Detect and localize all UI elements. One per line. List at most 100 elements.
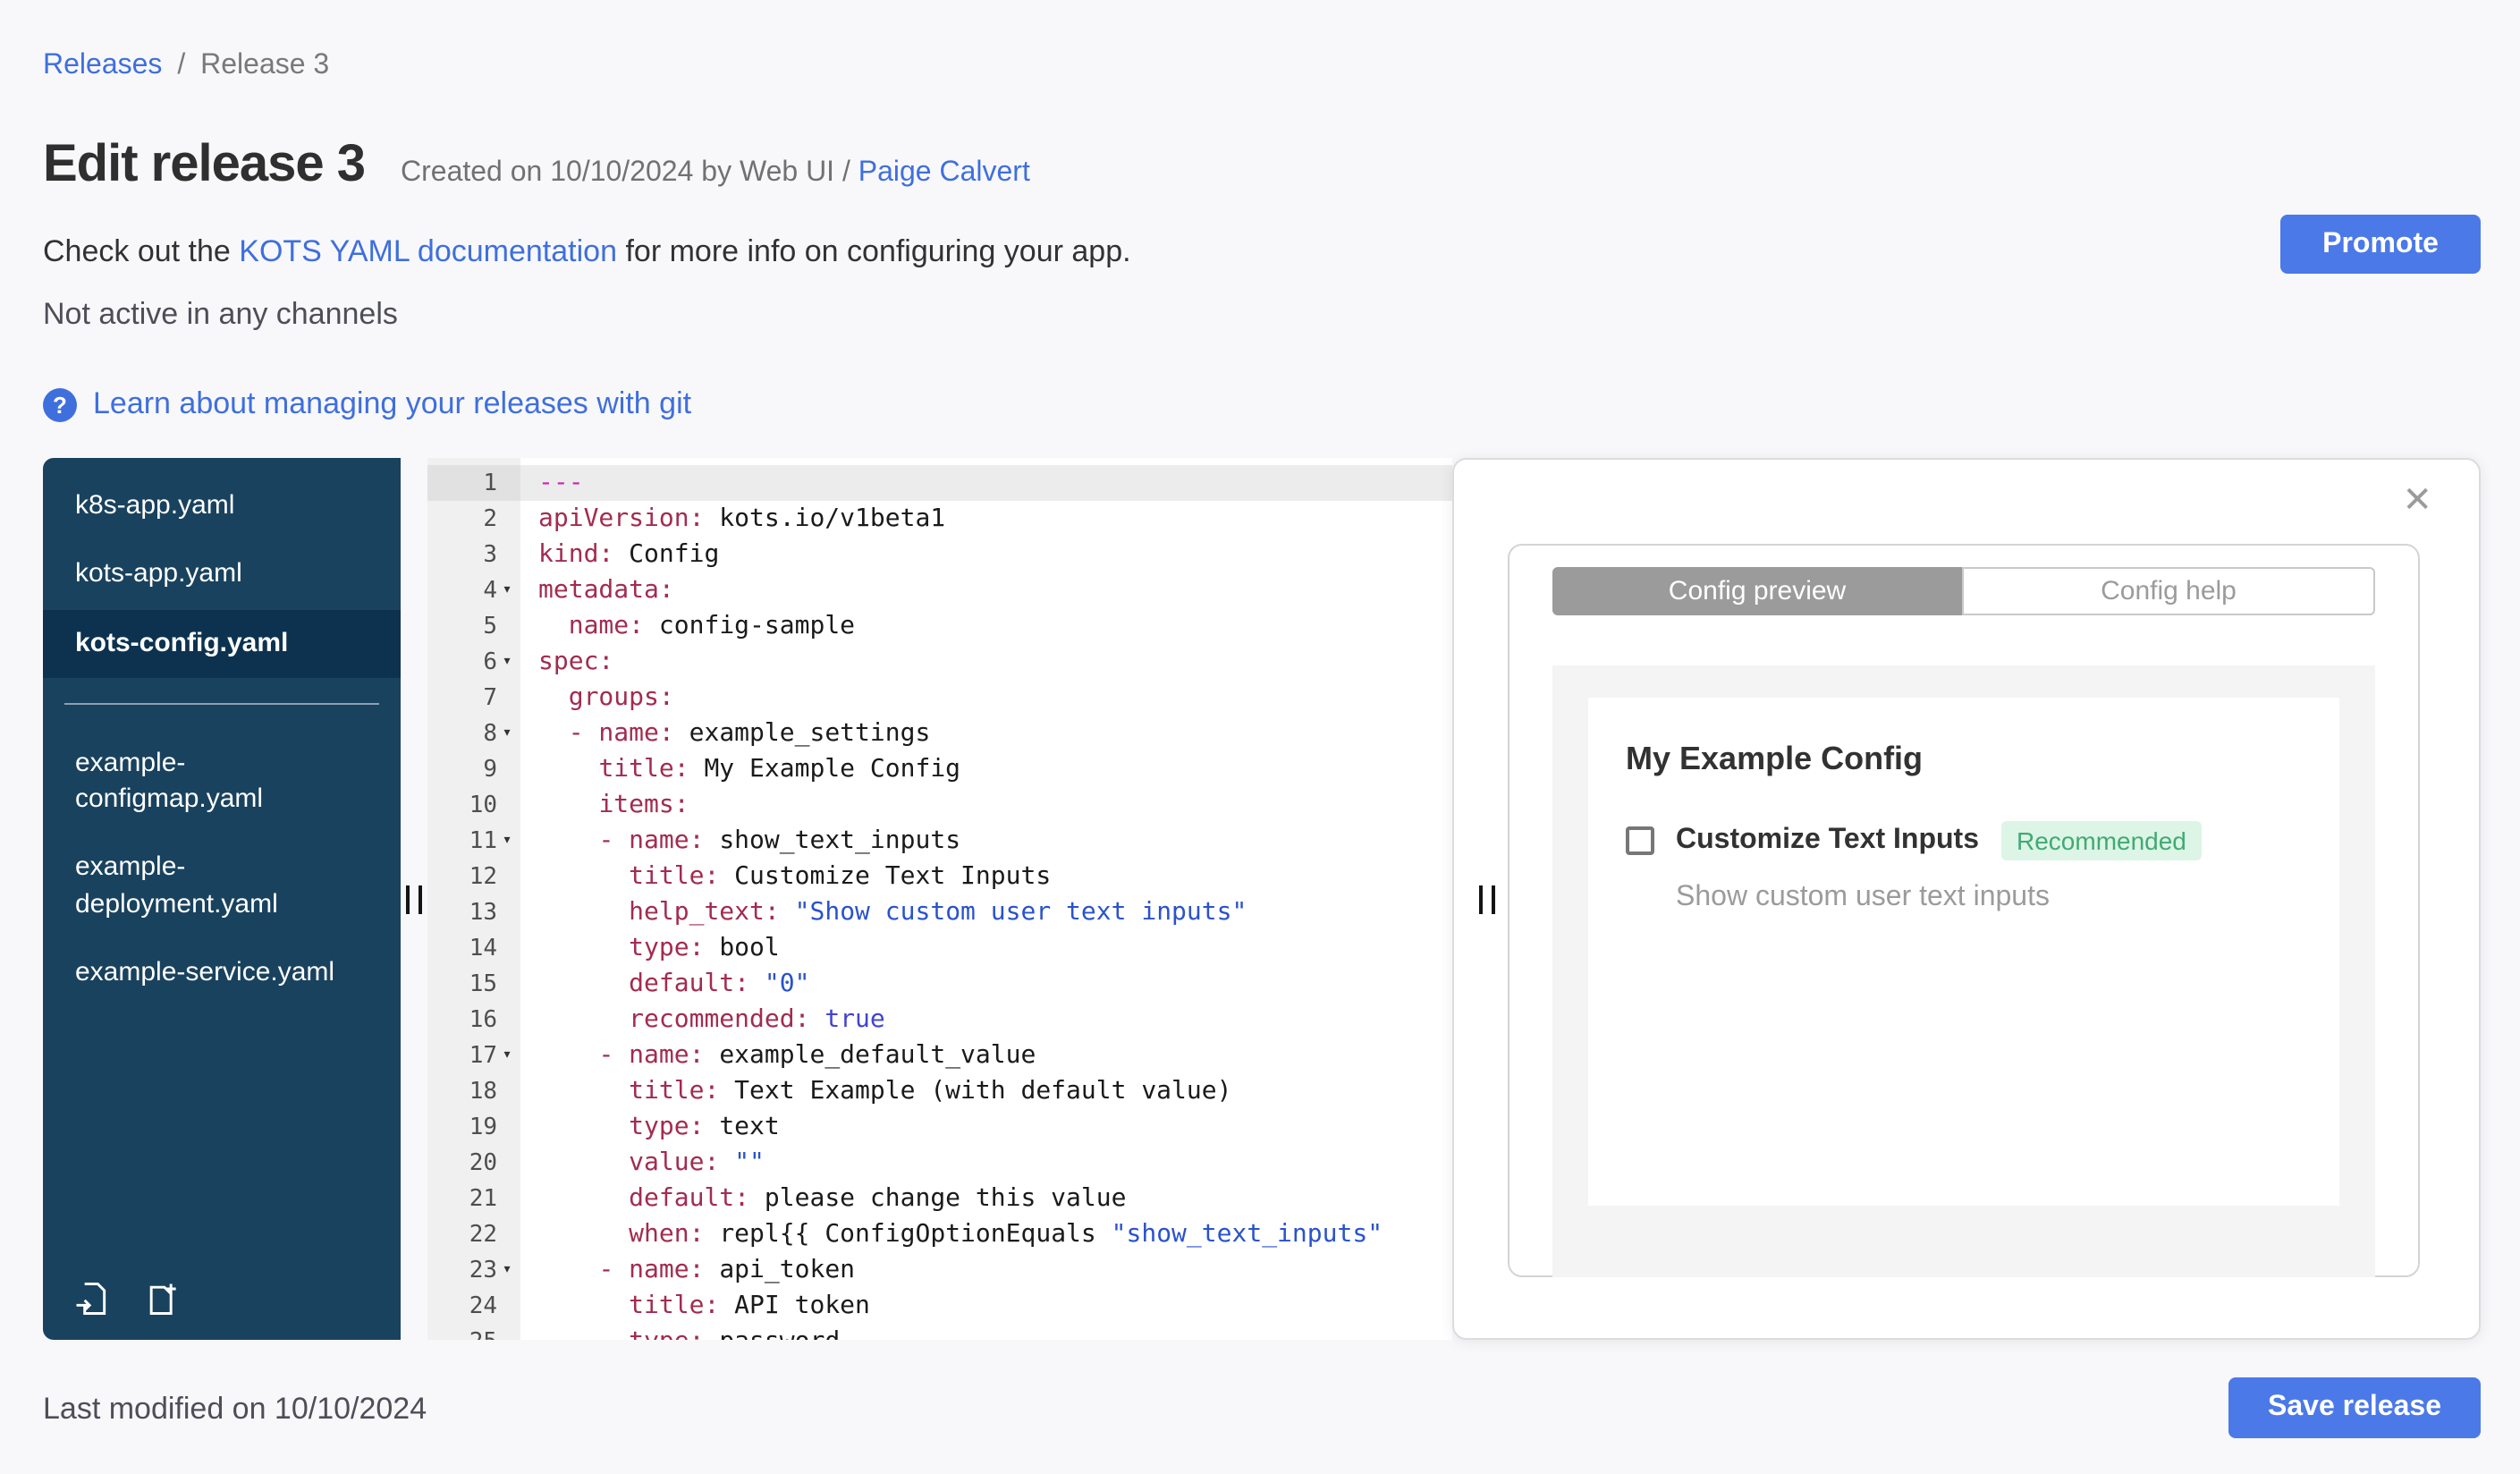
config-item-label: Customize Text Inputs xyxy=(1676,825,1979,855)
file-list-top: k8s-app.yaml kots-app.yaml kots-config.yam… xyxy=(43,472,401,678)
line-number: 11 xyxy=(469,827,497,854)
line-number: 1 xyxy=(483,470,497,496)
code-line: 1 --- xyxy=(427,465,1452,501)
sidebar-resize-handle[interactable] xyxy=(406,885,422,913)
promote-button[interactable]: Promote xyxy=(2280,215,2481,274)
preview-tabs: Config preview Config help xyxy=(1552,567,2375,615)
tab-config-preview[interactable]: Config preview xyxy=(1552,567,1962,615)
code-line: 19 type: text xyxy=(469,1113,780,1141)
doc-info-line: Check out the KOTS YAML documentation fo… xyxy=(43,234,2520,270)
kots-yaml-doc-link[interactable]: KOTS YAML documentation xyxy=(239,234,617,268)
code-line: 3 kind: Config xyxy=(483,540,720,569)
sidebar-item-example-configmap.yaml[interactable]: example-configmap.yaml xyxy=(43,730,401,834)
line-number: 12 xyxy=(469,863,497,890)
code-line: 23 ▾ - name: api_token xyxy=(469,1256,856,1284)
doc-info-prefix: Check out the xyxy=(43,234,231,268)
config-item-row: Customize Text Inputs Recommended xyxy=(1626,821,2302,860)
config-preview-panel: ✕ Config preview Config help My Example … xyxy=(1452,458,2481,1340)
code-line: 17 ▾ - name: example_default_value xyxy=(469,1041,1036,1070)
sidebar-file-actions xyxy=(72,1279,182,1318)
line-number: 17 xyxy=(469,1042,497,1069)
file-list-divider xyxy=(64,702,379,705)
code-lines: 1 --- 2 apiVersion: kots.io/v1beta1 3 kind: C… xyxy=(427,458,1452,1340)
breadcrumb-separator: / xyxy=(177,50,186,80)
code-line: 8 ▾ - name: example_settings xyxy=(483,719,931,748)
code-line: 5 name: config-sample xyxy=(483,612,856,640)
code-line: 16 recommended: true xyxy=(469,1005,885,1034)
yaml-code-editor[interactable]: 1 --- 2 apiVersion: kots.io/v1beta1 3 kind: C… xyxy=(427,458,1452,1340)
code-line: 6 ▾ spec: xyxy=(483,648,614,676)
created-on-text: Created on 10/10/2024 by Web UI / Paige … xyxy=(401,157,1030,190)
line-number: 7 xyxy=(483,684,497,711)
fold-arrow-icon[interactable]: ▾ xyxy=(497,724,517,742)
code-line: 22 when: repl{{ ConfigOptionEquals "show… xyxy=(469,1220,1383,1249)
breadcrumb-releases-link[interactable]: Releases xyxy=(43,50,162,80)
code-line: 4 ▾ metadata: xyxy=(483,576,674,605)
git-releases-help-link[interactable]: Learn about managing your releases with … xyxy=(93,386,691,422)
question-icon[interactable]: ? xyxy=(43,387,77,421)
sidebar-item-k8s-app.yaml[interactable]: k8s-app.yaml xyxy=(43,472,401,541)
line-number: 9 xyxy=(483,756,497,783)
fold-arrow-icon[interactable]: ▾ xyxy=(497,653,517,671)
line-number: 6 xyxy=(483,648,497,675)
line-number: 15 xyxy=(469,970,497,997)
close-icon[interactable]: ✕ xyxy=(2391,481,2443,521)
line-number: 3 xyxy=(483,541,497,568)
line-number: 23 xyxy=(469,1257,497,1283)
new-file-icon[interactable] xyxy=(143,1279,182,1318)
line-number: 21 xyxy=(469,1185,497,1212)
breadcrumb-current: Release 3 xyxy=(200,50,330,80)
code-line: 11 ▾ - name: show_text_inputs xyxy=(469,826,961,855)
line-number: 2 xyxy=(483,505,497,532)
channel-status: Not active in any channels xyxy=(43,297,398,331)
code-line: 21 default: please change this value xyxy=(469,1184,1127,1213)
line-number: 14 xyxy=(469,935,497,961)
preview-content-area: My Example Config Customize Text Inputs … xyxy=(1552,665,2375,1277)
code-line: 18 title: Text Example (with default val… xyxy=(469,1077,1232,1106)
sidebar-item-kots-config.yaml[interactable]: kots-config.yaml xyxy=(43,609,401,678)
tab-config-help[interactable]: Config help xyxy=(1962,567,2375,615)
sidebar-item-kots-app.yaml[interactable]: kots-app.yaml xyxy=(43,541,401,610)
fold-arrow-icon[interactable]: ▾ xyxy=(497,1046,517,1064)
code-line: 7 groups: xyxy=(483,683,674,712)
line-number: 24 xyxy=(469,1292,497,1319)
code-line: 14 type: bool xyxy=(469,934,780,962)
last-modified-text: Last modified on 10/10/2024 xyxy=(43,1392,427,1426)
sidebar-item-example-service.yaml[interactable]: example-service.yaml xyxy=(43,939,401,1008)
code-line: 24 title: API token xyxy=(469,1292,870,1320)
line-number: 20 xyxy=(469,1149,497,1176)
breadcrumb: Releases / Release 3 xyxy=(43,50,2520,82)
recommended-badge: Recommended xyxy=(2000,821,2203,860)
line-number: 8 xyxy=(483,720,497,747)
header: Edit release 3 Created on 10/10/2024 by … xyxy=(43,136,2520,195)
created-on-label: Created on 10/10/2024 by Web UI / xyxy=(401,157,850,188)
code-line: 12 title: Customize Text Inputs xyxy=(469,862,1052,891)
line-number: 4 xyxy=(483,577,497,604)
created-by-author-link[interactable]: Paige Calvert xyxy=(858,157,1030,188)
editor-block: k8s-app.yaml kots-app.yaml kots-config.yam… xyxy=(43,458,2481,1340)
line-number: 5 xyxy=(483,613,497,640)
fold-arrow-icon[interactable]: ▾ xyxy=(497,581,517,599)
sidebar-item-example-deployment.yaml[interactable]: example-deployment.yaml xyxy=(43,834,401,939)
line-number: 10 xyxy=(469,792,497,818)
fold-arrow-icon[interactable]: ▾ xyxy=(497,1261,517,1279)
config-group-title: My Example Config xyxy=(1626,741,1924,776)
save-release-button[interactable]: Save release xyxy=(2228,1377,2481,1438)
sidebar-editor-gap xyxy=(401,458,427,1340)
line-number: 22 xyxy=(469,1221,497,1248)
code-line: 10 items: xyxy=(469,791,689,819)
import-file-icon[interactable] xyxy=(72,1279,111,1318)
file-list-bottom: example-configmap.yaml example-deployment… xyxy=(43,730,401,1008)
code-line: 9 title: My Example Config xyxy=(483,755,961,784)
code-line: 2 apiVersion: kots.io/v1beta1 xyxy=(483,504,946,533)
line-number: 16 xyxy=(469,1006,497,1033)
file-sidebar: k8s-app.yaml kots-app.yaml kots-config.yam… xyxy=(43,458,401,1340)
code-line: 25 type: password xyxy=(427,1324,1452,1340)
fold-arrow-icon[interactable]: ▾ xyxy=(497,832,517,850)
line-number: 25 xyxy=(469,1328,497,1340)
page-title: Edit release 3 xyxy=(43,136,366,193)
customize-text-inputs-checkbox[interactable] xyxy=(1626,826,1654,855)
config-item-help-text: Show custom user text inputs xyxy=(1676,882,2050,912)
line-number: 19 xyxy=(469,1114,497,1140)
preview-resize-handle[interactable] xyxy=(1479,885,1495,913)
